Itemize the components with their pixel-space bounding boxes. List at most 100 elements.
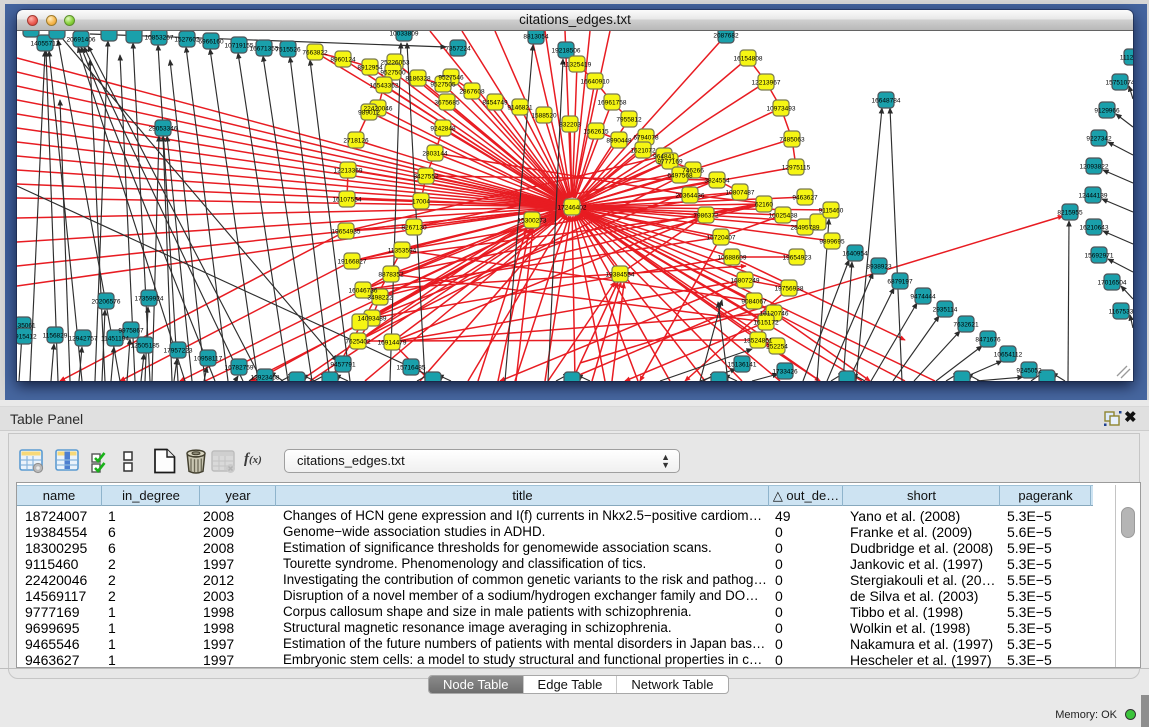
svg-text:9899695: 9899695	[819, 238, 845, 245]
svg-text:9129966: 9129966	[1094, 107, 1120, 114]
svg-text:2803144: 2803144	[422, 150, 448, 157]
svg-text:15692971: 15692971	[1085, 252, 1114, 259]
svg-text:8471676: 8471676	[975, 336, 1001, 343]
svg-text:1562615: 1562615	[583, 128, 609, 135]
svg-text:9435061: 9435061	[17, 322, 36, 329]
svg-text:1527602: 1527602	[174, 36, 200, 43]
svg-text:11325419: 11325419	[563, 61, 592, 68]
svg-text:15751074: 15751074	[1106, 79, 1133, 86]
svg-text:17359924: 17359924	[135, 295, 164, 302]
svg-text:8215955: 8215955	[1057, 209, 1083, 216]
svg-text:1588520: 1588520	[531, 112, 557, 119]
svg-text:6879197: 6879197	[887, 278, 913, 285]
svg-text:19166827: 19166827	[338, 258, 367, 265]
svg-text:8813054: 8813054	[523, 33, 549, 40]
svg-text:17957223: 17957223	[164, 347, 193, 354]
svg-text:7357224: 7357224	[445, 45, 471, 52]
svg-text:8960124: 8960124	[330, 56, 356, 63]
svg-text:12923468: 12923468	[251, 374, 280, 381]
svg-text:25226053: 25226053	[381, 59, 410, 66]
svg-text:3675685: 3675685	[434, 99, 460, 106]
svg-text:10958117: 10958117	[194, 355, 223, 362]
svg-text:9245052: 9245052	[1016, 367, 1042, 374]
svg-text:16648784: 16648784	[872, 97, 901, 104]
svg-text:16543362: 16543362	[370, 82, 399, 89]
svg-text:9527505: 9527505	[430, 81, 456, 88]
svg-text:11353594: 11353594	[388, 247, 417, 254]
svg-text:20206576: 20206576	[92, 298, 121, 305]
svg-text:16640910: 16640910	[581, 78, 610, 85]
svg-text:16961758: 16961758	[598, 99, 627, 106]
svg-text:17016504: 17016504	[1098, 279, 1127, 286]
svg-text:9242848: 9242848	[430, 125, 456, 132]
svg-text:2087682: 2087682	[713, 32, 739, 39]
svg-text:9084067: 9084067	[741, 298, 767, 305]
svg-text:16782759: 16782759	[225, 364, 254, 371]
svg-text:16210643: 16210643	[1080, 224, 1109, 231]
svg-text:7955812: 7955812	[616, 116, 642, 123]
svg-text:20364436: 20364436	[676, 192, 705, 199]
svg-text:15300273: 15300273	[518, 217, 547, 224]
svg-text:7632621: 7632621	[953, 321, 979, 328]
svg-text:2718126: 2718126	[343, 137, 369, 144]
svg-text:12093822: 12093822	[1080, 163, 1109, 170]
svg-text:12444139: 12444139	[1079, 192, 1108, 199]
svg-text:6497568: 6497568	[667, 172, 693, 179]
svg-text:989012: 989012	[358, 109, 380, 116]
svg-text:3498222: 3498222	[367, 294, 393, 301]
svg-text:16154808: 16154808	[734, 55, 763, 62]
svg-text:8186328: 8186328	[405, 75, 431, 82]
svg-text:832203: 832203	[559, 121, 581, 128]
svg-text:1156829: 1156829	[43, 332, 68, 339]
svg-text:17246402: 17246402	[558, 204, 587, 211]
svg-text:7625402: 7625402	[345, 338, 371, 345]
svg-text:7986372: 7986372	[693, 212, 719, 219]
svg-text:9115460: 9115460	[819, 207, 844, 214]
svg-text:19384554: 19384554	[606, 271, 635, 278]
svg-text:8427552: 8427552	[413, 173, 439, 180]
svg-text:10973493: 10973493	[767, 105, 796, 112]
svg-text:1640954: 1640954	[842, 250, 868, 257]
svg-text:10853267: 10853267	[145, 34, 174, 41]
svg-text:1112894: 1112894	[1120, 54, 1133, 61]
svg-text:16046736: 16046736	[349, 287, 378, 294]
svg-text:8878352: 8878352	[378, 271, 404, 278]
svg-text:16120746: 16120746	[760, 310, 789, 317]
svg-text:11451194: 11451194	[101, 335, 129, 342]
svg-text:14093489: 14093489	[358, 315, 387, 322]
svg-text:10033809: 10033809	[390, 31, 419, 37]
svg-text:9527500: 9527500	[380, 69, 406, 76]
svg-text:9146821: 9146821	[507, 104, 533, 111]
svg-text:19218506: 19218506	[552, 47, 581, 54]
svg-text:1167533: 1167533	[1109, 308, 1133, 315]
svg-text:12942757: 12942757	[69, 335, 98, 342]
svg-text:8454749: 8454749	[482, 99, 508, 106]
svg-text:252254: 252254	[766, 343, 788, 350]
svg-text:9227342: 9227342	[1086, 135, 1112, 142]
svg-text:16914479: 16914479	[378, 339, 407, 346]
svg-text:9975867: 9975867	[118, 327, 144, 334]
svg-text:9777169: 9777169	[657, 158, 683, 165]
svg-text:10025438: 10025438	[769, 212, 798, 219]
svg-text:2935114: 2935114	[933, 306, 958, 313]
svg-text:19654923: 19654923	[783, 254, 812, 261]
svg-text:2867608: 2867608	[459, 88, 485, 95]
svg-text:1733426: 1733426	[772, 368, 798, 375]
svg-text:9457791: 9457791	[330, 361, 356, 368]
svg-text:1615172: 1615172	[753, 319, 779, 326]
svg-text:15136141: 15136141	[728, 361, 757, 368]
svg-text:8990448: 8990448	[606, 137, 632, 144]
svg-text:19756928: 19756928	[775, 285, 804, 292]
svg-text:15716485: 15716485	[397, 364, 426, 371]
svg-text:3824554: 3824554	[704, 177, 730, 184]
svg-text:6966160: 6966160	[198, 38, 224, 45]
svg-text:9474444: 9474444	[910, 293, 936, 300]
svg-text:8912954: 8912954	[357, 64, 383, 71]
svg-text:7515526: 7515526	[275, 46, 301, 53]
svg-text:12505185: 12505185	[131, 342, 160, 349]
svg-text:20691406: 20691406	[67, 36, 96, 43]
svg-text:62160: 62160	[755, 201, 773, 208]
svg-text:8938923: 8938923	[866, 263, 892, 270]
svg-text:8267130: 8267130	[401, 224, 427, 231]
svg-text:12213369: 12213369	[334, 167, 363, 174]
